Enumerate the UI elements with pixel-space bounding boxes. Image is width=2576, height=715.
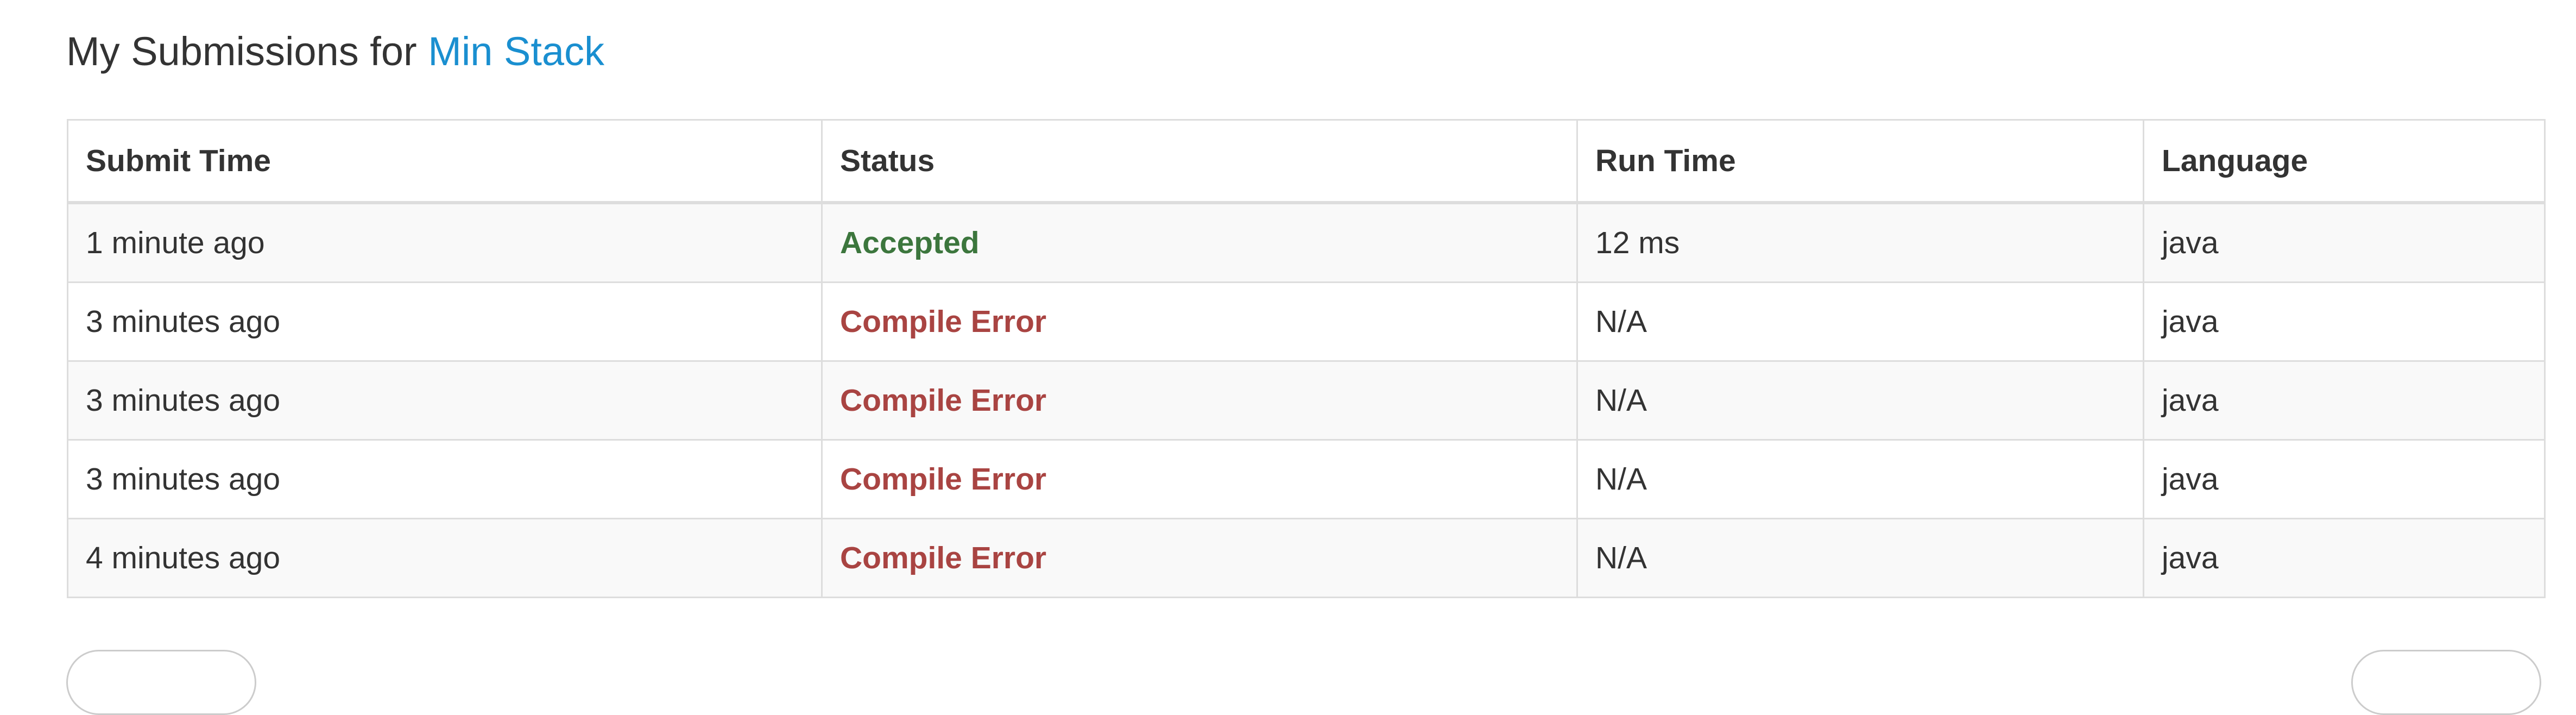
- table-row: 3 minutes ago Compile Error N/A java: [67, 439, 2546, 519]
- language-cell: java: [2143, 439, 2546, 519]
- status-link[interactable]: Accepted: [840, 225, 980, 260]
- submit-time-cell: 4 minutes ago: [67, 518, 823, 598]
- submissions-table: Submit Time Status Run Time Language 1 m…: [67, 119, 2546, 598]
- table-row: 1 minute ago Accepted 12 ms java: [67, 202, 2546, 283]
- column-header-language: Language: [2143, 119, 2546, 204]
- language-cell: java: [2143, 360, 2546, 441]
- language-cell: java: [2143, 202, 2546, 283]
- table-header-row: Submit Time Status Run Time Language: [67, 119, 2546, 204]
- language-cell: java: [2143, 518, 2546, 598]
- submit-time-cell: 3 minutes ago: [67, 360, 823, 441]
- run-time-cell: N/A: [1576, 360, 2144, 441]
- status-cell: Compile Error: [821, 281, 1578, 362]
- status-link[interactable]: Compile Error: [840, 304, 1046, 339]
- submit-time-cell: 1 minute ago: [67, 202, 823, 283]
- problem-link[interactable]: Min Stack: [428, 29, 604, 74]
- column-header-status: Status: [821, 119, 1578, 204]
- run-time-cell: 12 ms: [1576, 202, 2144, 283]
- status-cell: Accepted: [821, 202, 1578, 283]
- pager-previous-button[interactable]: [66, 650, 256, 715]
- status-link[interactable]: Compile Error: [840, 462, 1046, 497]
- column-header-run-time: Run Time: [1576, 119, 2144, 204]
- table-row: 3 minutes ago Compile Error N/A java: [67, 281, 2546, 362]
- submit-time-cell: 3 minutes ago: [67, 439, 823, 519]
- language-cell: java: [2143, 281, 2546, 362]
- pager-next-button[interactable]: [2351, 650, 2541, 715]
- run-time-cell: N/A: [1576, 518, 2144, 598]
- page-title-prefix: My Submissions for: [66, 29, 417, 74]
- status-link[interactable]: Compile Error: [840, 541, 1046, 575]
- status-link[interactable]: Compile Error: [840, 383, 1046, 418]
- column-header-submit-time: Submit Time: [67, 119, 823, 204]
- run-time-cell: N/A: [1576, 281, 2144, 362]
- page-title: My Submissions for Min Stack: [66, 32, 604, 72]
- status-cell: Compile Error: [821, 439, 1578, 519]
- table-row: 3 minutes ago Compile Error N/A java: [67, 360, 2546, 441]
- status-cell: Compile Error: [821, 360, 1578, 441]
- submit-time-cell: 3 minutes ago: [67, 281, 823, 362]
- run-time-cell: N/A: [1576, 439, 2144, 519]
- table-row: 4 minutes ago Compile Error N/A java: [67, 518, 2546, 598]
- status-cell: Compile Error: [821, 518, 1578, 598]
